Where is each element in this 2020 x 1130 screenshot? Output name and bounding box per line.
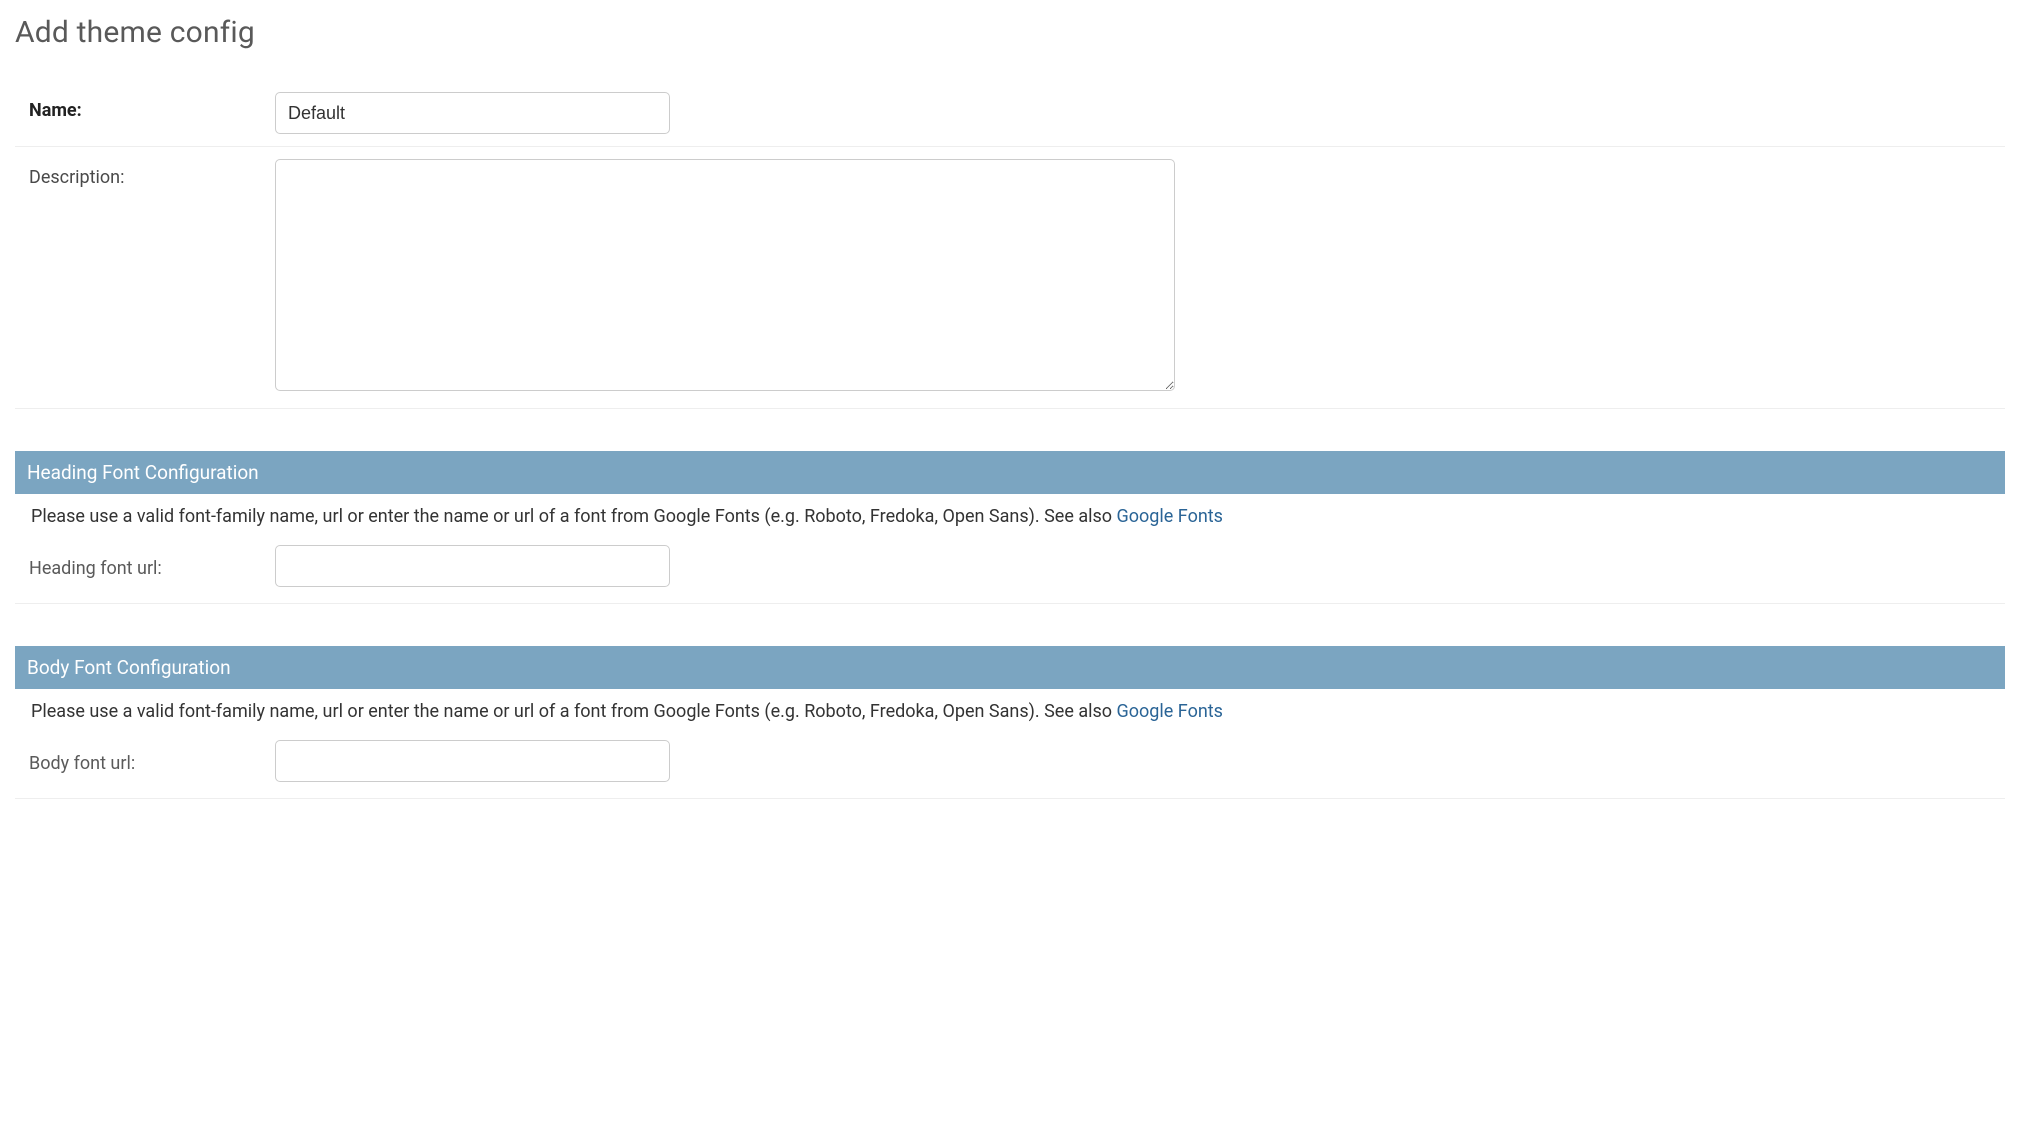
heading-font-url-input[interactable] bbox=[275, 545, 670, 587]
body-font-help-text: Please use a valid font-family name, url… bbox=[31, 701, 1117, 722]
description-widget bbox=[275, 159, 2005, 396]
body-font-url-input[interactable] bbox=[275, 740, 670, 782]
row-heading-font-url: Heading font url: bbox=[15, 535, 2005, 604]
name-input[interactable] bbox=[275, 92, 670, 134]
google-fonts-link-body[interactable]: Google Fonts bbox=[1117, 701, 1223, 722]
section-heading-font-help: Please use a valid font-family name, url… bbox=[15, 494, 2005, 535]
section-body-font-header: Body Font Configuration bbox=[15, 646, 2005, 689]
row-body-font-url: Body font url: bbox=[15, 730, 2005, 799]
name-widget bbox=[275, 92, 2005, 134]
section-heading-font-header: Heading Font Configuration bbox=[15, 451, 2005, 494]
google-fonts-link[interactable]: Google Fonts bbox=[1117, 506, 1223, 527]
name-label: Name: bbox=[15, 92, 275, 121]
heading-font-help-text: Please use a valid font-family name, url… bbox=[31, 506, 1117, 527]
row-description: Description: bbox=[15, 147, 2005, 409]
row-name: Name: bbox=[15, 80, 2005, 147]
description-textarea[interactable] bbox=[275, 159, 1175, 391]
section-heading-font: Heading Font Configuration Please use a … bbox=[15, 451, 2005, 604]
body-font-url-label: Body font url: bbox=[15, 749, 275, 774]
page-title: Add theme config bbox=[15, 15, 2005, 50]
body-font-url-widget bbox=[275, 740, 2005, 782]
heading-font-url-widget bbox=[275, 545, 2005, 587]
description-label: Description: bbox=[15, 159, 275, 188]
section-body-font: Body Font Configuration Please use a val… bbox=[15, 646, 2005, 799]
heading-font-url-label: Heading font url: bbox=[15, 554, 275, 579]
theme-config-form: Add theme config Name: Description: Head… bbox=[0, 0, 2020, 814]
section-body-font-help: Please use a valid font-family name, url… bbox=[15, 689, 2005, 730]
